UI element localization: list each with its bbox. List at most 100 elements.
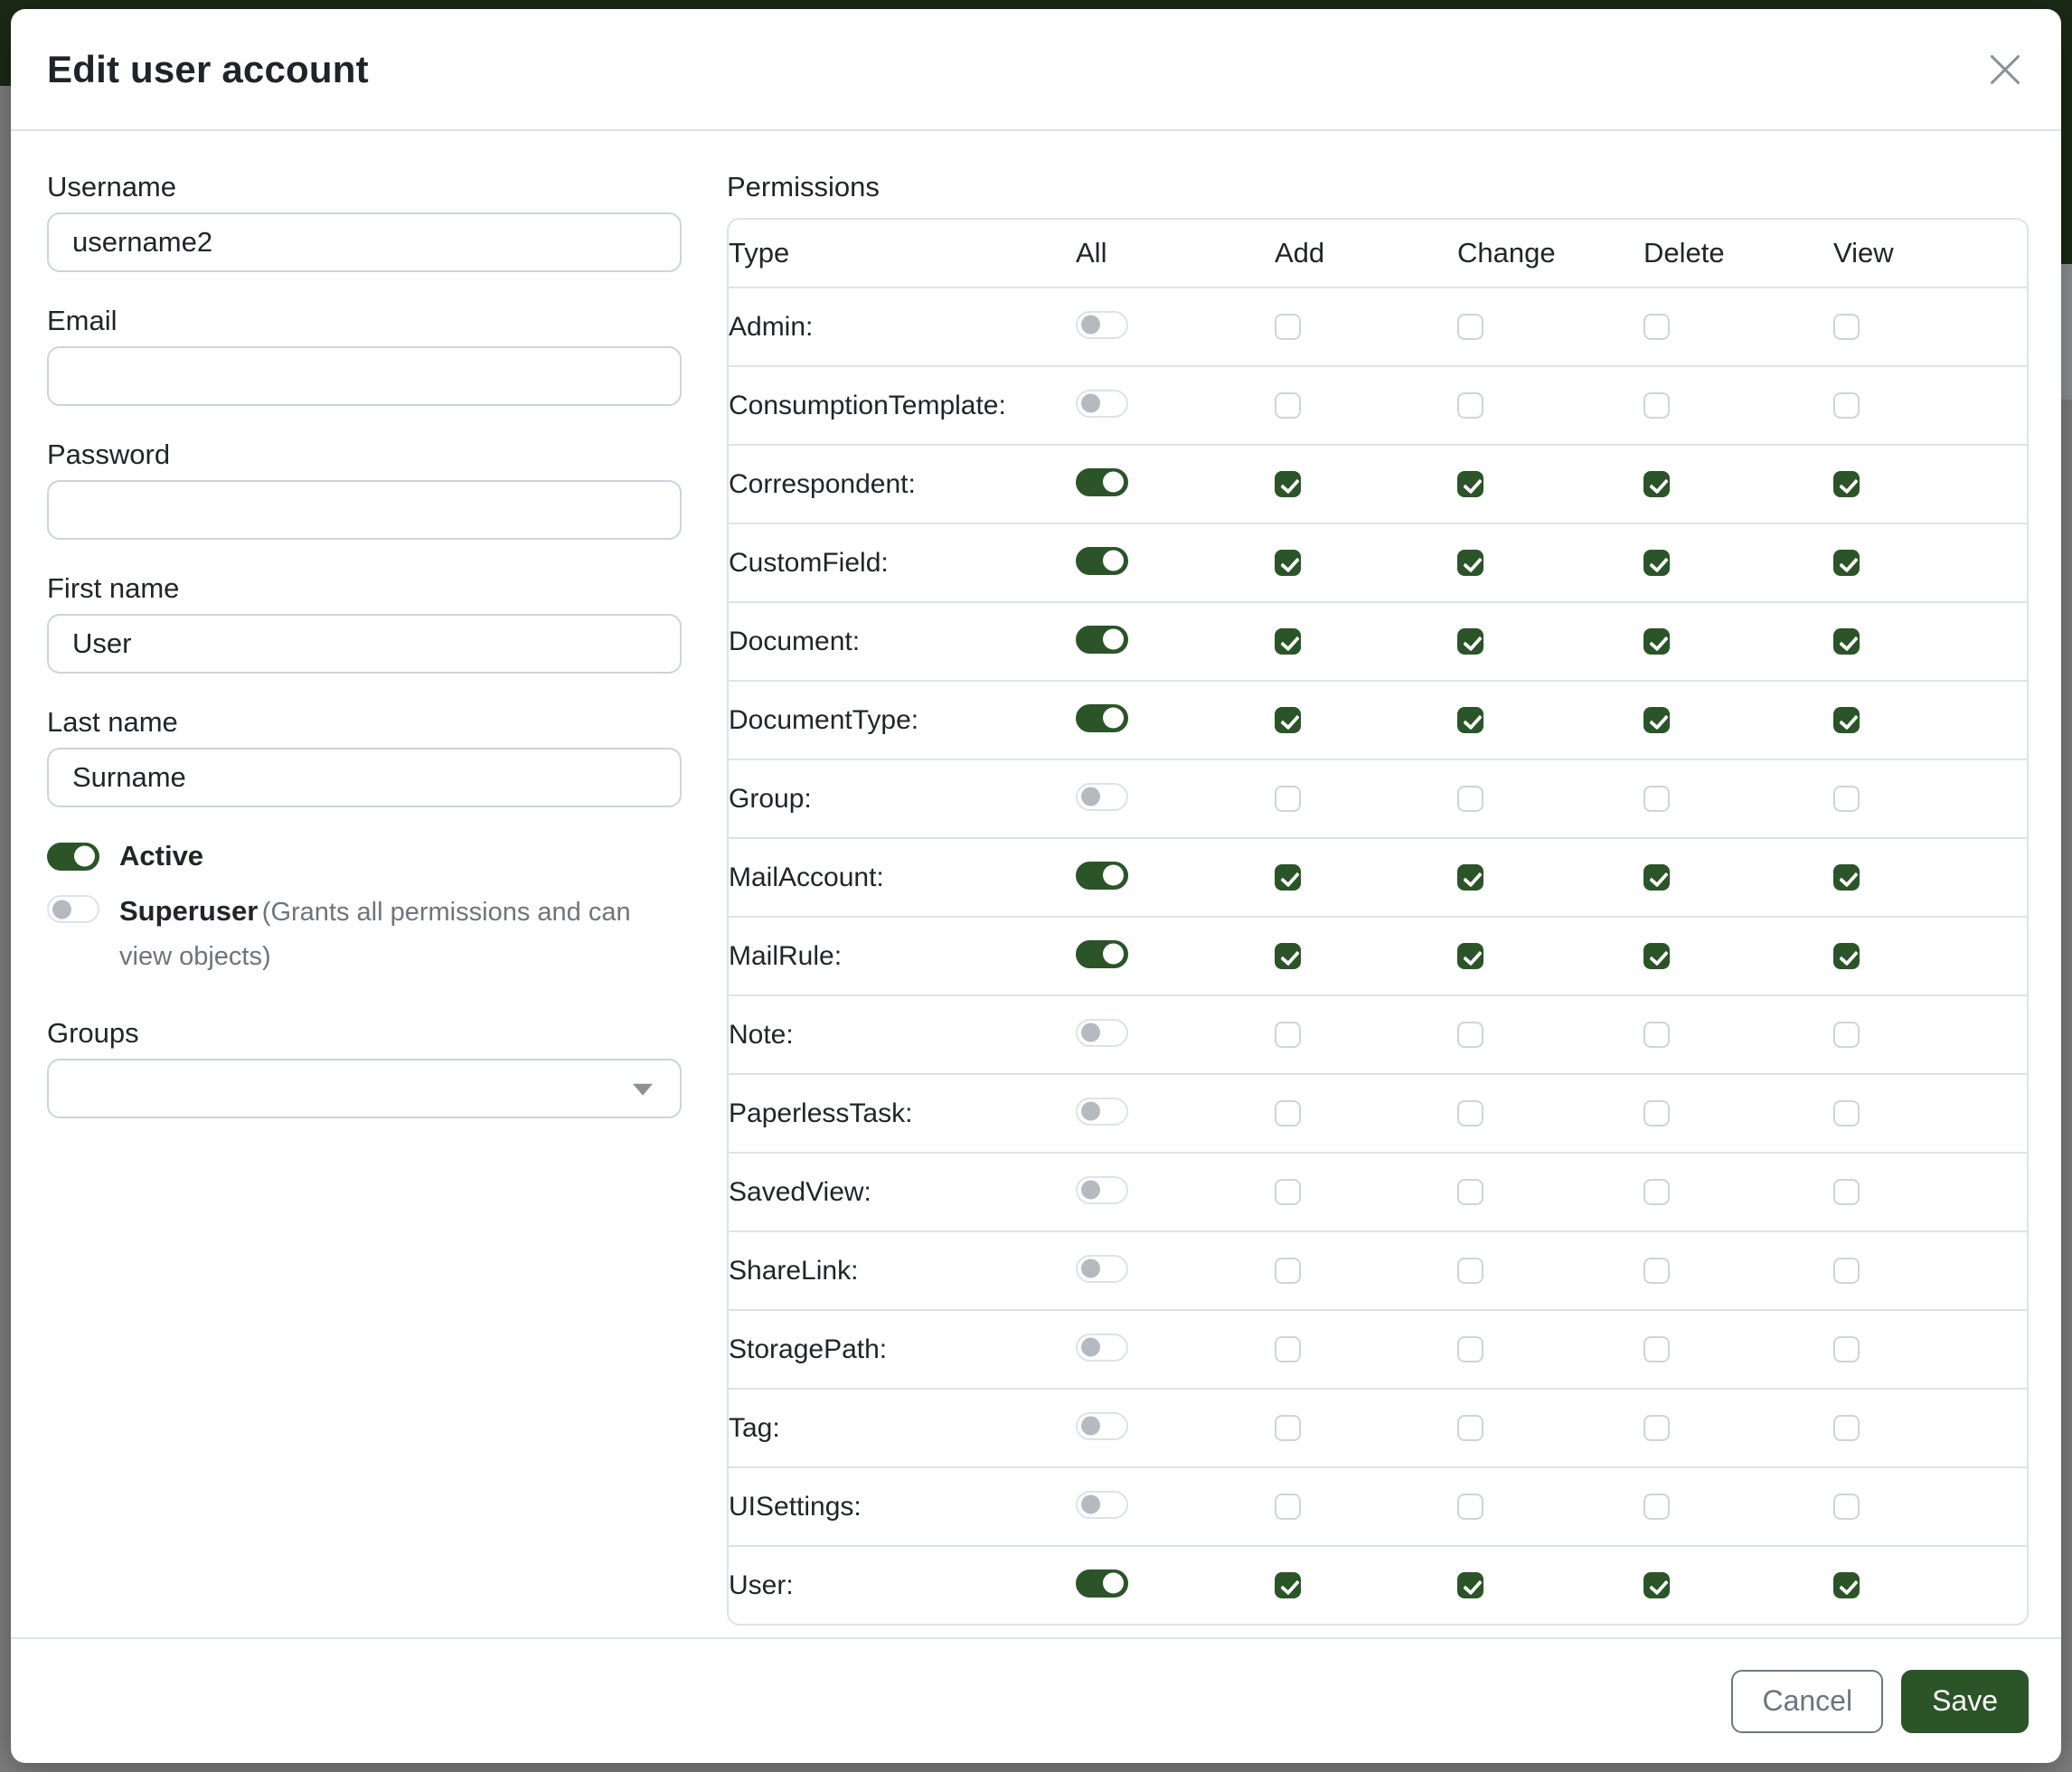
- page-scrollbar-thumb[interactable]: [2059, 264, 2072, 400]
- permission-change-checkbox[interactable]: [1457, 707, 1483, 733]
- cancel-button[interactable]: Cancel: [1731, 1670, 1883, 1733]
- permission-view-checkbox[interactable]: [1833, 864, 1860, 891]
- permission-delete-checkbox[interactable]: [1643, 392, 1670, 419]
- permission-change-checkbox[interactable]: [1457, 1100, 1483, 1126]
- permission-delete-checkbox[interactable]: [1643, 1494, 1670, 1520]
- permission-view-checkbox[interactable]: [1833, 1415, 1860, 1441]
- permission-delete-checkbox[interactable]: [1643, 1415, 1670, 1441]
- permission-all-toggle[interactable]: [1076, 940, 1128, 968]
- permission-type-label: Admin:: [729, 287, 1076, 366]
- save-button[interactable]: Save: [1901, 1670, 2029, 1733]
- permission-delete-checkbox[interactable]: [1643, 1336, 1670, 1362]
- permission-view-checkbox[interactable]: [1833, 1022, 1860, 1048]
- permission-add-checkbox[interactable]: [1275, 1494, 1301, 1520]
- permission-add-checkbox[interactable]: [1275, 707, 1301, 733]
- permission-change-checkbox[interactable]: [1457, 1494, 1483, 1520]
- password-field[interactable]: [47, 480, 682, 540]
- permission-add-checkbox[interactable]: [1275, 471, 1301, 497]
- permission-change-checkbox[interactable]: [1457, 1415, 1483, 1441]
- permission-view-checkbox[interactable]: [1833, 628, 1860, 655]
- close-icon[interactable]: [1985, 50, 2025, 90]
- permission-add-checkbox[interactable]: [1275, 1258, 1301, 1284]
- permission-delete-checkbox[interactable]: [1643, 550, 1670, 576]
- active-toggle[interactable]: [47, 843, 99, 871]
- permission-delete-checkbox[interactable]: [1643, 471, 1670, 497]
- permission-view-checkbox[interactable]: [1833, 1179, 1860, 1205]
- permission-view-checkbox[interactable]: [1833, 471, 1860, 497]
- permission-all-toggle[interactable]: [1076, 547, 1128, 575]
- permission-all-toggle[interactable]: [1076, 1569, 1128, 1598]
- permission-add-checkbox[interactable]: [1275, 1415, 1301, 1441]
- permission-all-toggle[interactable]: [1076, 1491, 1128, 1519]
- permission-all-toggle[interactable]: [1076, 1019, 1128, 1047]
- permission-delete-checkbox[interactable]: [1643, 314, 1670, 340]
- permission-view-checkbox[interactable]: [1833, 314, 1860, 340]
- permission-view-checkbox[interactable]: [1833, 550, 1860, 576]
- permission-view-checkbox[interactable]: [1833, 392, 1860, 419]
- permission-view-checkbox[interactable]: [1833, 1100, 1860, 1126]
- permission-delete-checkbox[interactable]: [1643, 1179, 1670, 1205]
- permission-change-checkbox[interactable]: [1457, 1336, 1483, 1362]
- permission-view-checkbox[interactable]: [1833, 786, 1860, 812]
- permission-add-checkbox[interactable]: [1275, 1179, 1301, 1205]
- username-input[interactable]: [47, 212, 682, 272]
- table-row: DocumentType:: [729, 681, 2027, 759]
- table-row: Correspondent:: [729, 445, 2027, 523]
- permission-all-toggle[interactable]: [1076, 468, 1128, 496]
- permission-add-checkbox[interactable]: [1275, 786, 1301, 812]
- permission-view-checkbox[interactable]: [1833, 1494, 1860, 1520]
- permission-delete-checkbox[interactable]: [1643, 864, 1670, 891]
- permission-delete-checkbox[interactable]: [1643, 786, 1670, 812]
- permission-all-toggle[interactable]: [1076, 1098, 1128, 1126]
- permission-view-checkbox[interactable]: [1833, 943, 1860, 969]
- permission-all-toggle[interactable]: [1076, 783, 1128, 811]
- permission-add-checkbox[interactable]: [1275, 1022, 1301, 1048]
- permission-add-checkbox[interactable]: [1275, 550, 1301, 576]
- permission-all-toggle[interactable]: [1076, 862, 1128, 890]
- permission-delete-checkbox[interactable]: [1643, 1100, 1670, 1126]
- permission-delete-checkbox[interactable]: [1643, 1022, 1670, 1048]
- groups-select[interactable]: [47, 1059, 682, 1118]
- permission-add-checkbox[interactable]: [1275, 392, 1301, 419]
- permission-all-toggle[interactable]: [1076, 1412, 1128, 1440]
- permission-all-toggle[interactable]: [1076, 1334, 1128, 1362]
- first-name-field[interactable]: [47, 614, 682, 674]
- permission-add-checkbox[interactable]: [1275, 628, 1301, 655]
- permission-change-checkbox[interactable]: [1457, 1572, 1483, 1598]
- permission-add-checkbox[interactable]: [1275, 943, 1301, 969]
- permission-all-toggle[interactable]: [1076, 390, 1128, 418]
- permission-change-checkbox[interactable]: [1457, 786, 1483, 812]
- permission-all-toggle[interactable]: [1076, 311, 1128, 339]
- permission-add-checkbox[interactable]: [1275, 1572, 1301, 1598]
- permission-delete-checkbox[interactable]: [1643, 628, 1670, 655]
- permission-view-checkbox[interactable]: [1833, 707, 1860, 733]
- permission-add-checkbox[interactable]: [1275, 314, 1301, 340]
- permission-all-toggle[interactable]: [1076, 1255, 1128, 1283]
- superuser-toggle[interactable]: [47, 895, 99, 923]
- permission-delete-checkbox[interactable]: [1643, 943, 1670, 969]
- permission-all-toggle[interactable]: [1076, 1176, 1128, 1204]
- permission-delete-checkbox[interactable]: [1643, 1572, 1670, 1598]
- permission-change-checkbox[interactable]: [1457, 1022, 1483, 1048]
- permission-delete-checkbox[interactable]: [1643, 1258, 1670, 1284]
- permission-add-checkbox[interactable]: [1275, 1336, 1301, 1362]
- permission-change-checkbox[interactable]: [1457, 1258, 1483, 1284]
- permission-change-checkbox[interactable]: [1457, 314, 1483, 340]
- email-field[interactable]: [47, 346, 682, 406]
- permission-delete-checkbox[interactable]: [1643, 707, 1670, 733]
- permission-change-checkbox[interactable]: [1457, 550, 1483, 576]
- permission-add-checkbox[interactable]: [1275, 864, 1301, 891]
- permission-change-checkbox[interactable]: [1457, 864, 1483, 891]
- permission-change-checkbox[interactable]: [1457, 943, 1483, 969]
- permission-all-toggle[interactable]: [1076, 626, 1128, 654]
- permission-add-checkbox[interactable]: [1275, 1100, 1301, 1126]
- permission-change-checkbox[interactable]: [1457, 1179, 1483, 1205]
- permission-change-checkbox[interactable]: [1457, 392, 1483, 419]
- permission-view-checkbox[interactable]: [1833, 1572, 1860, 1598]
- permission-view-checkbox[interactable]: [1833, 1336, 1860, 1362]
- permission-change-checkbox[interactable]: [1457, 628, 1483, 655]
- last-name-field[interactable]: [47, 748, 682, 807]
- permission-change-checkbox[interactable]: [1457, 471, 1483, 497]
- permission-view-checkbox[interactable]: [1833, 1258, 1860, 1284]
- permission-all-toggle[interactable]: [1076, 704, 1128, 732]
